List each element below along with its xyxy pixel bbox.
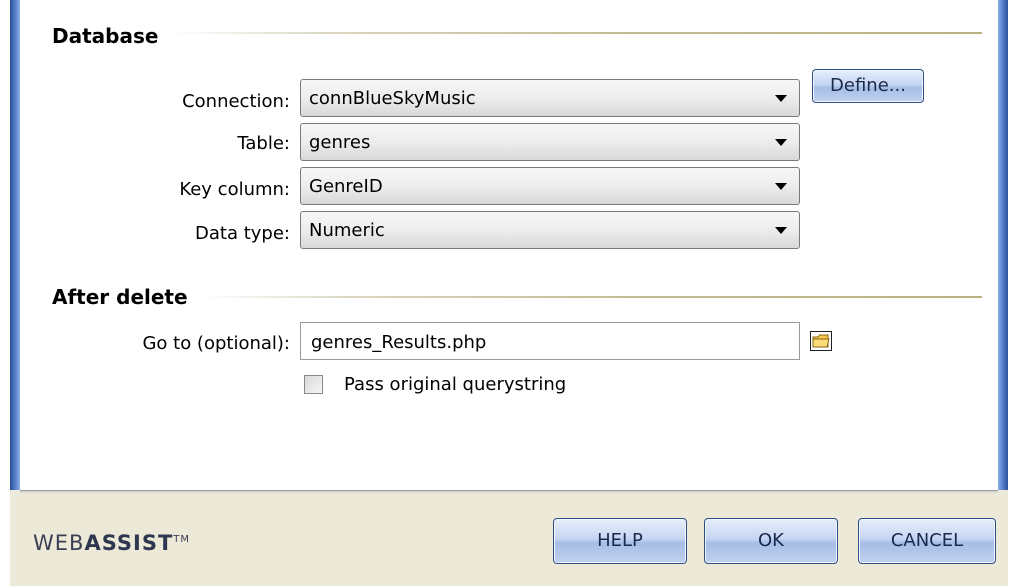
- logo-tm: TM: [173, 534, 191, 545]
- after-delete-section-divider: [200, 296, 982, 298]
- connection-value: connBlueSkyMusic: [309, 88, 476, 109]
- logo-bold-text: ASSIST: [84, 531, 174, 555]
- goto-value: genres_Results.php: [311, 332, 487, 353]
- dropdown-arrow-icon: [775, 227, 787, 234]
- pass-querystring-label: Pass original querystring: [344, 374, 567, 395]
- ok-button[interactable]: OK: [704, 518, 838, 564]
- table-value: genres: [309, 132, 371, 153]
- folder-icon[interactable]: [810, 331, 832, 351]
- database-section-divider: [170, 32, 982, 34]
- data-type-select[interactable]: Numeric: [300, 211, 800, 249]
- panel-shadow: [20, 491, 998, 494]
- key-column-label: Key column:: [179, 179, 290, 200]
- dropdown-arrow-icon: [775, 95, 787, 102]
- logo-light-text: WEB: [33, 531, 85, 555]
- cancel-button[interactable]: CANCEL: [858, 518, 996, 564]
- pass-querystring-checkbox[interactable]: [304, 375, 323, 394]
- window-right-border: [998, 0, 1008, 490]
- data-type-value: Numeric: [309, 220, 385, 241]
- help-button[interactable]: HELP: [553, 518, 687, 564]
- key-column-select[interactable]: GenreID: [300, 167, 800, 205]
- goto-input[interactable]: genres_Results.php: [300, 322, 800, 360]
- connection-select[interactable]: connBlueSkyMusic: [300, 79, 800, 117]
- connection-label: Connection:: [182, 91, 290, 112]
- define-button[interactable]: Define...: [812, 69, 924, 103]
- after-delete-section-title: After delete: [52, 285, 198, 309]
- webassist-logo: WEBASSISTTM: [33, 531, 190, 555]
- window-left-border: [10, 0, 20, 490]
- goto-label: Go to (optional):: [142, 333, 290, 354]
- key-column-value: GenreID: [309, 176, 383, 197]
- dropdown-arrow-icon: [775, 139, 787, 146]
- table-select[interactable]: genres: [300, 123, 800, 161]
- database-section-title: Database: [52, 24, 169, 48]
- data-type-label: Data type:: [195, 223, 290, 244]
- dropdown-arrow-icon: [775, 183, 787, 190]
- table-label: Table:: [237, 133, 290, 154]
